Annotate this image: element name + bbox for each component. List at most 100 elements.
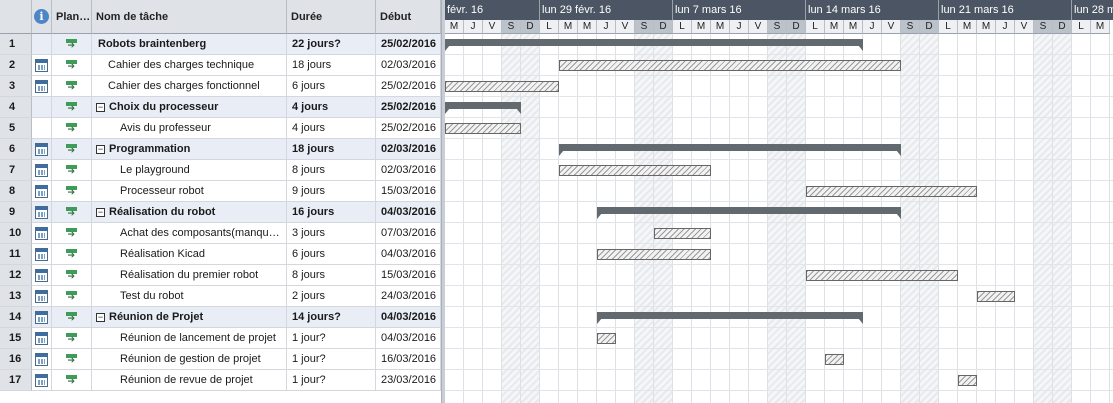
summary-bar[interactable] — [597, 312, 863, 324]
cell-name[interactable]: Processeur robot — [92, 181, 287, 202]
summary-bar[interactable] — [597, 207, 901, 219]
cell-mode[interactable] — [52, 244, 92, 265]
cell-mode[interactable] — [52, 265, 92, 286]
cell-start[interactable]: 24/03/2016 — [376, 286, 441, 307]
row-number[interactable]: 7 — [9, 164, 15, 176]
cell-duration[interactable]: 1 jour? — [287, 349, 376, 370]
cell-start[interactable]: 16/03/2016 — [376, 349, 441, 370]
col-header-row-number[interactable] — [0, 0, 32, 34]
cell-duration[interactable]: 4 jours — [287, 118, 376, 139]
task-bar[interactable] — [597, 333, 616, 344]
cell-duration[interactable]: 16 jours — [287, 202, 376, 223]
cell-name[interactable]: Réunion de lancement de projet — [92, 328, 287, 349]
task-bar[interactable] — [806, 270, 958, 281]
task-bar[interactable] — [597, 249, 711, 260]
cell-duration[interactable]: 2 jours — [287, 286, 376, 307]
cell-duration[interactable]: 4 jours — [287, 97, 376, 118]
cell-duration[interactable]: 8 jours — [287, 265, 376, 286]
cell-name[interactable]: Cahier des charges fonctionnel — [92, 76, 287, 97]
row-number[interactable]: 1 — [9, 38, 15, 50]
cell-name[interactable]: Réalisation du premier robot — [92, 265, 287, 286]
cell-mode[interactable] — [52, 202, 92, 223]
cell-mode[interactable] — [52, 76, 92, 97]
cell-mode[interactable] — [52, 349, 92, 370]
task-bar[interactable] — [445, 81, 559, 92]
collapse-toggle-icon[interactable]: − — [96, 144, 105, 154]
cell-name[interactable]: Cahier des charges technique — [92, 55, 287, 76]
collapse-toggle-icon[interactable]: − — [96, 102, 105, 112]
cell-start[interactable]: 04/03/2016 — [376, 328, 441, 349]
cell-mode[interactable] — [52, 370, 92, 391]
row-number[interactable]: 11 — [9, 248, 21, 260]
task-bar[interactable] — [825, 354, 844, 365]
row-number[interactable]: 17 — [9, 374, 21, 386]
cell-start[interactable]: 04/03/2016 — [376, 244, 441, 265]
cell-start[interactable]: 04/03/2016 — [376, 307, 441, 328]
collapse-toggle-icon[interactable]: − — [96, 312, 105, 322]
cell-name[interactable]: − Programmation — [92, 139, 287, 160]
cell-duration[interactable]: 6 jours — [287, 76, 376, 97]
cell-duration[interactable]: 22 jours? — [287, 34, 376, 55]
row-number[interactable]: 5 — [9, 122, 15, 134]
cell-name[interactable]: Achat des composants(manqu… — [92, 223, 287, 244]
cell-start[interactable]: 07/03/2016 — [376, 223, 441, 244]
row-number[interactable]: 8 — [9, 185, 15, 197]
summary-bar[interactable] — [445, 102, 521, 114]
cell-mode[interactable] — [52, 97, 92, 118]
row-number[interactable]: 2 — [9, 59, 15, 71]
row-number[interactable]: 14 — [9, 311, 21, 323]
cell-start[interactable]: 15/03/2016 — [376, 265, 441, 286]
cell-start[interactable]: 02/03/2016 — [376, 139, 441, 160]
task-bar[interactable] — [559, 60, 901, 71]
cell-duration[interactable]: 18 jours — [287, 139, 376, 160]
cell-name[interactable]: − Réalisation du robot — [92, 202, 287, 223]
task-bar[interactable] — [445, 123, 521, 134]
cell-name[interactable]: Avis du professeur — [92, 118, 287, 139]
cell-mode[interactable] — [52, 118, 92, 139]
cell-name[interactable]: − Réunion de Projet — [92, 307, 287, 328]
cell-name[interactable]: Réunion de gestion de projet — [92, 349, 287, 370]
row-number[interactable]: 9 — [9, 206, 15, 218]
row-number[interactable]: 13 — [9, 290, 21, 302]
row-number[interactable]: 15 — [9, 332, 21, 344]
cell-duration[interactable]: 18 jours — [287, 55, 376, 76]
summary-bar[interactable] — [559, 144, 901, 156]
cell-start[interactable]: 15/03/2016 — [376, 181, 441, 202]
cell-duration[interactable]: 8 jours — [287, 160, 376, 181]
row-number[interactable]: 3 — [9, 80, 15, 92]
col-header-start[interactable]: Début — [376, 0, 441, 34]
cell-mode[interactable] — [52, 55, 92, 76]
cell-mode[interactable] — [52, 160, 92, 181]
task-bar[interactable] — [806, 186, 977, 197]
row-number[interactable]: 12 — [9, 269, 21, 281]
cell-start[interactable]: 04/03/2016 — [376, 202, 441, 223]
cell-mode[interactable] — [52, 34, 92, 55]
cell-start[interactable]: 02/03/2016 — [376, 160, 441, 181]
row-number[interactable]: 4 — [9, 101, 15, 113]
cell-start[interactable]: 25/02/2016 — [376, 34, 441, 55]
cell-mode[interactable] — [52, 307, 92, 328]
cell-name[interactable]: − Choix du processeur — [92, 97, 287, 118]
cell-name[interactable]: Robots braintenberg — [92, 34, 287, 55]
cell-duration[interactable]: 9 jours — [287, 181, 376, 202]
cell-start[interactable]: 02/03/2016 — [376, 55, 441, 76]
cell-duration[interactable]: 1 jour? — [287, 370, 376, 391]
cell-mode[interactable] — [52, 139, 92, 160]
task-bar[interactable] — [977, 291, 1015, 302]
task-bar[interactable] — [559, 165, 711, 176]
col-header-indicators[interactable]: i — [32, 0, 52, 34]
row-number[interactable]: 10 — [9, 227, 21, 239]
task-bar[interactable] — [958, 375, 977, 386]
cell-start[interactable]: 25/02/2016 — [376, 118, 441, 139]
cell-start[interactable]: 25/02/2016 — [376, 76, 441, 97]
cell-duration[interactable]: 6 jours — [287, 244, 376, 265]
cell-name[interactable]: Réalisation Kicad — [92, 244, 287, 265]
cell-name[interactable]: Test du robot — [92, 286, 287, 307]
cell-duration[interactable]: 14 jours? — [287, 307, 376, 328]
cell-start[interactable]: 25/02/2016 — [376, 97, 441, 118]
col-header-duration[interactable]: Durée — [287, 0, 376, 34]
summary-bar[interactable] — [445, 39, 863, 51]
cell-mode[interactable] — [52, 286, 92, 307]
task-bar[interactable] — [654, 228, 711, 239]
row-number[interactable]: 16 — [9, 353, 21, 365]
